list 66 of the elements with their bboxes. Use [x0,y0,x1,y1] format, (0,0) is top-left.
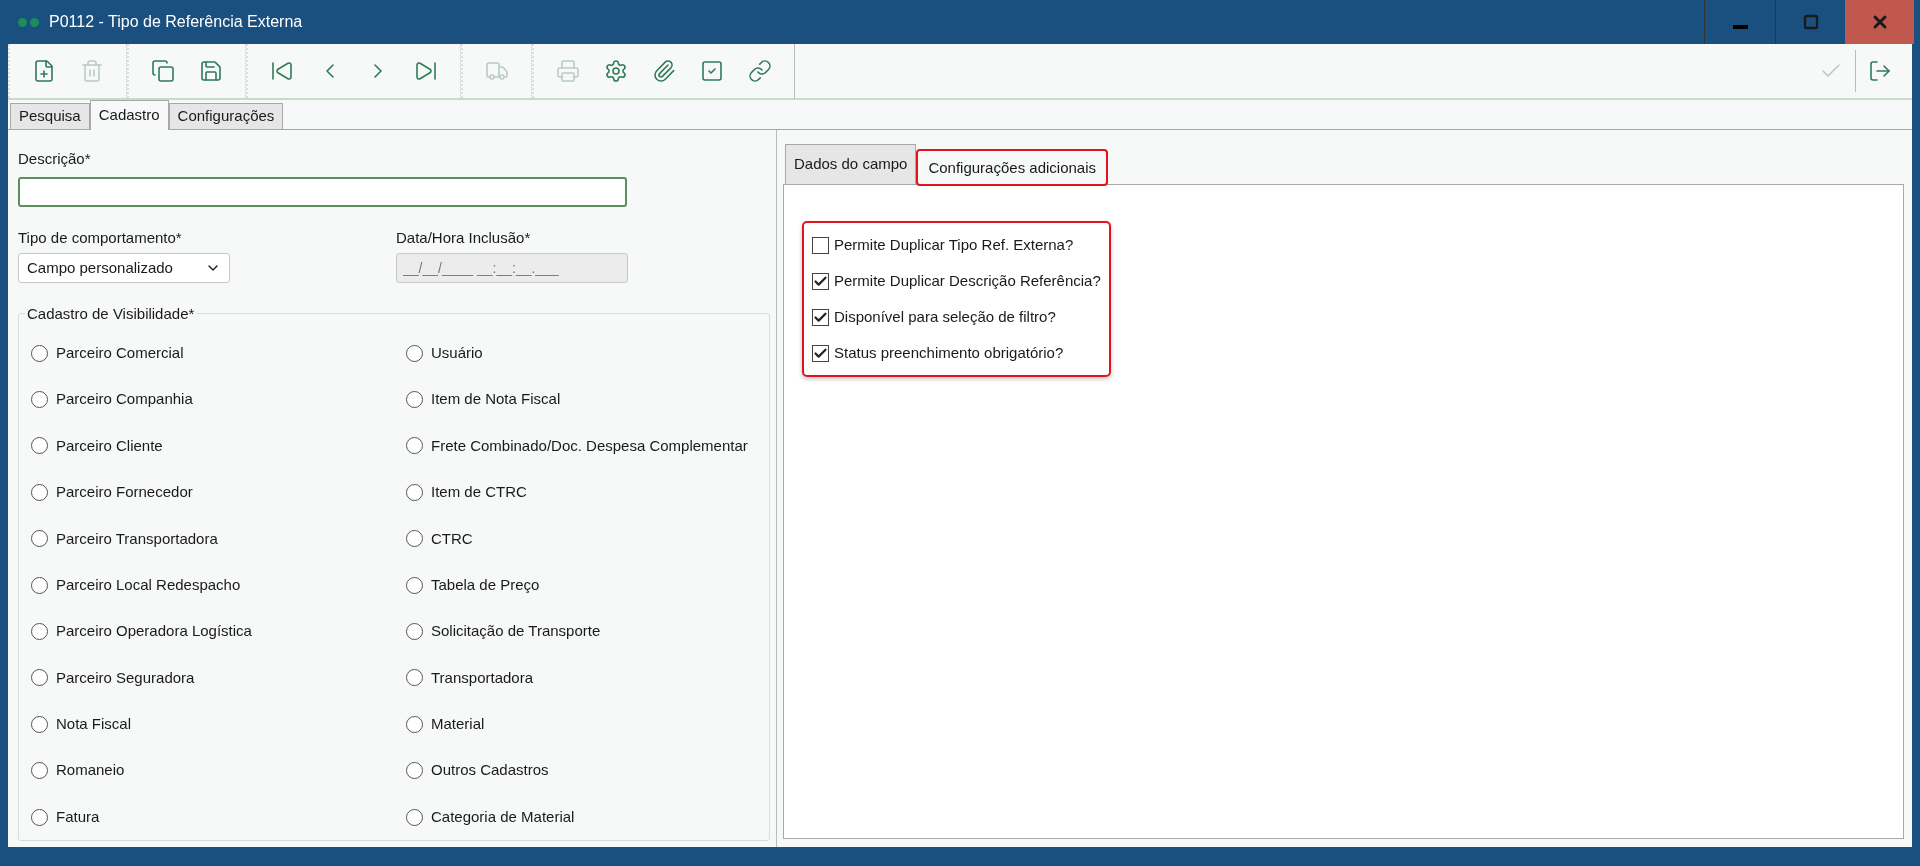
tab[interactable]: Dados do campo [785,144,917,184]
radio-label: Transportadora [431,667,533,688]
app-logo-icon [18,17,39,27]
radio-button[interactable] [406,669,423,687]
radio-label: Parceiro Transportadora [56,528,218,549]
radio-button[interactable] [31,762,48,780]
radio-label: Parceiro Comercial [56,342,184,363]
radio-button[interactable] [406,391,423,409]
radio-label: Material [431,714,485,735]
radio-label: Nota Fiscal [56,714,132,735]
tab[interactable]: Cadastro [89,100,169,130]
radio-button[interactable] [31,623,48,641]
field-label: Descrição* [18,149,92,169]
radio-button[interactable] [31,344,48,362]
window-title: P0112 - Tipo de Referência Externa [49,12,303,32]
radio-button[interactable] [31,669,48,687]
close-button[interactable] [1845,0,1914,44]
radio-label: Parceiro Companhia [56,389,193,410]
radio-button[interactable] [31,483,48,501]
minimize-icon [1732,25,1748,29]
radio-button[interactable] [406,344,423,362]
radio-label: Fatura [56,806,100,827]
radio-label: CTRC [431,528,473,549]
radio-button[interactable] [31,715,48,733]
radio-button[interactable] [31,808,48,826]
radio-button[interactable] [406,437,423,455]
checkbox[interactable] [812,236,829,254]
radio-label: Romaneio [56,760,125,781]
tab[interactable]: Configurações [168,103,284,129]
radio-label: Parceiro Fornecedor [56,482,193,503]
radio-button[interactable] [31,437,48,455]
checkbox-label: Status preenchimento obrigatório? [834,342,1064,363]
radio-label: Item de Nota Fiscal [431,389,561,410]
radio-button[interactable] [406,576,423,594]
radio-button[interactable] [406,715,423,733]
field-label: Data/Hora Inclusão* [396,227,532,248]
radio-label: Item de CTRC [431,482,527,503]
checkbox[interactable] [812,272,829,290]
radio-button[interactable] [406,530,423,548]
radio-button[interactable] [406,808,423,826]
radio-label: Outros Cadastros [431,760,549,781]
checkbox-label: Disponível para seleção de filtro? [834,306,1056,327]
radio-button[interactable] [406,483,423,501]
checkbox[interactable] [812,308,829,326]
field-label: Tipo de comportamento* [18,227,183,248]
tab[interactable]: Pesquisa [10,103,90,129]
radio-label: Tabela de Preço [431,574,540,595]
description-field[interactable] [18,176,627,207]
radio-button[interactable] [31,576,48,594]
checkbox-label: Permite Duplicar Descrição Referência? [834,270,1101,291]
radio-label: Categoria de Material [431,806,575,827]
radio-button[interactable] [31,391,48,409]
maximize-icon [1802,14,1819,30]
radio-button[interactable] [31,530,48,548]
radio-button[interactable] [406,623,423,641]
radio-label: Frete Combinado/Doc. Despesa Complementar [431,435,748,456]
radio-button[interactable] [406,762,423,780]
radio-label: Parceiro Local Redespacho [56,574,241,595]
radio-label: Parceiro Operadora Logística [56,621,252,642]
checkbox[interactable] [812,344,829,362]
checkbox-label: Permite Duplicar Tipo Ref. Externa? [834,234,1074,255]
radio-label: Usuário [431,342,483,363]
radio-label: Parceiro Seguradora [56,667,195,688]
radio-label: Parceiro Cliente [56,435,163,456]
behavior-dropdown[interactable]: Campo personalizado [18,253,230,283]
radio-label: Solicitação de Transporte [431,621,601,642]
